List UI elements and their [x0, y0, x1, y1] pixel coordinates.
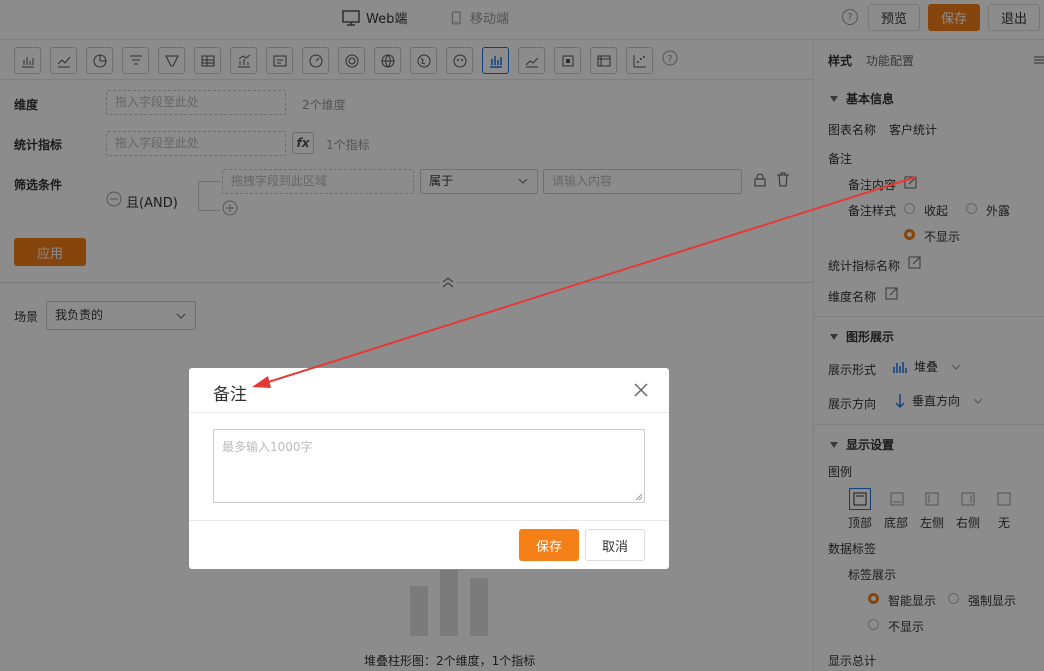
- note-dialog: 备注 最多输入1000字 保存 取消: [189, 368, 669, 569]
- dialog-cancel-button[interactable]: 取消: [585, 529, 645, 561]
- note-textarea[interactable]: 最多输入1000字: [213, 429, 645, 503]
- dialog-footer-divider: [189, 520, 669, 521]
- close-icon[interactable]: [632, 381, 650, 399]
- dialog-header-divider: [189, 412, 669, 413]
- dialog-title: 备注: [213, 385, 247, 405]
- resize-handle-icon[interactable]: [635, 493, 643, 501]
- dialog-save-button[interactable]: 保存: [519, 529, 579, 561]
- modal-backdrop[interactable]: [0, 0, 1044, 671]
